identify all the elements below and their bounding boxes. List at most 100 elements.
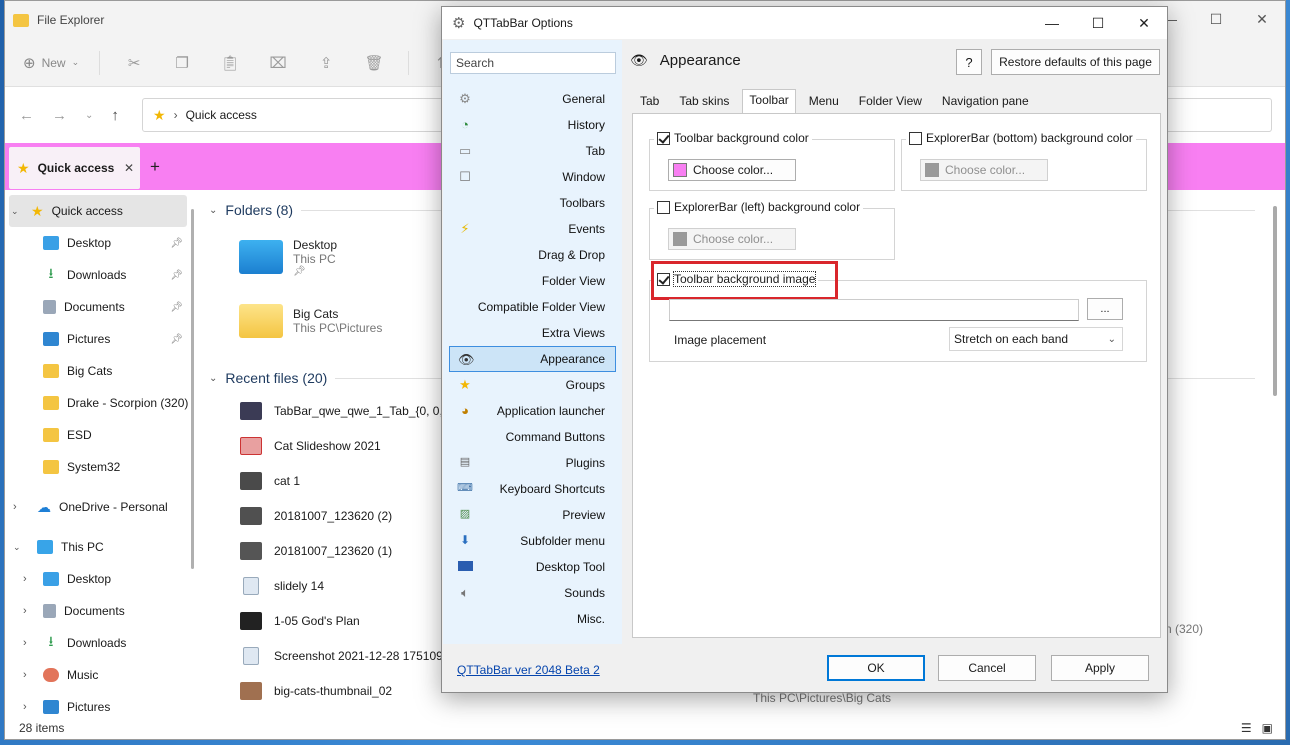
close-tab-icon[interactable]: ✕ [124,161,134,175]
tab-tab-skins[interactable]: Tab skins [672,90,736,113]
category-application-launcher[interactable]: ◕ Application launcher [443,398,622,424]
tab-tab[interactable]: Tab [633,90,666,113]
category-plugins[interactable]: ▤ Plugins [443,450,622,476]
history-icon: ◔ [461,117,469,132]
album-art-icon [240,611,262,630]
explorerbar-left-checkbox[interactable]: ExplorerBar (left) background color [654,200,864,214]
nav-pc-pictures[interactable]: › Pictures [5,691,191,715]
nav-downloads[interactable]: ⭳ Downloads 📌︎ [5,259,191,291]
choose-color-button[interactable]: Choose color... [920,159,1048,181]
page-header: 👁︎ Appearance [630,52,741,69]
category-desktop-tool[interactable]: Desktop Tool [443,554,622,580]
cancel-button[interactable]: Cancel [938,655,1036,681]
tab-quick-access[interactable]: ★ Quick access ✕ [9,147,140,189]
nav-onedrive[interactable]: › ☁ OneDrive - Personal [5,491,191,523]
pictures-icon [43,332,59,346]
tab-label: Quick access [37,161,115,175]
explorerbar-bottom-checkbox[interactable]: ExplorerBar (bottom) background color [906,131,1136,145]
tab-navigation-pane[interactable]: Navigation pane [935,90,1036,113]
nav-quick-access[interactable]: ⌄ ★ Quick access [9,195,187,227]
chevron-right-icon: › [23,701,27,713]
category-folder-view[interactable]: Folder View [443,268,622,294]
category-appearance[interactable]: 👁︎ Appearance [449,346,616,372]
nav-folder[interactable]: Drake - Scorpion (320) [5,387,191,419]
nav-folder[interactable]: ESD [5,419,191,451]
nav-folder[interactable]: System32 [5,451,191,483]
search-input[interactable]: Search [450,52,616,74]
details-view-icon[interactable]: ☰ [1241,721,1252,735]
desktop-folder-icon [239,240,283,274]
qttabbar-options-dialog: ⚙ QTTabBar Options — ☐ ✕ Search ⚙ General… [441,6,1168,693]
new-tab-plus-icon[interactable]: + [150,157,160,177]
back-arrow-icon[interactable]: ← [19,107,34,124]
category-groups[interactable]: ★ Groups [443,372,622,398]
choose-color-button[interactable]: Choose color... [668,228,796,250]
category-events[interactable]: ⚡ Events [443,216,622,242]
obscured-text: This PC\Pictures\Big Cats [753,691,892,705]
pin-icon: 📌︎ [170,301,183,313]
close-icon[interactable]: ✕ [1121,7,1167,39]
recent-locations-icon[interactable]: ⌄ [85,110,93,121]
nav-pc-documents[interactable]: › Documents [5,595,191,627]
tab-menu[interactable]: Menu [802,90,846,113]
up-arrow-icon[interactable]: ↑ [111,107,119,124]
nav-scrollbar[interactable] [191,209,194,569]
ok-button[interactable]: OK [827,655,925,681]
tab-toolbar[interactable]: Toolbar [742,89,796,113]
category-command-buttons[interactable]: Command Buttons [443,424,622,450]
choose-color-button[interactable]: Choose color... [668,159,796,181]
delete-icon[interactable]: 🗑︎ [360,54,388,72]
category-tab[interactable]: ▭ Tab [443,138,622,164]
nav-this-pc[interactable]: ⌄ This PC [5,531,191,563]
image-placement-select[interactable]: Stretch on each band ⌄ [949,327,1123,351]
rename-icon[interactable]: ⌧ [264,54,292,72]
nav-folder[interactable]: Big Cats [5,355,191,387]
color-swatch [673,163,687,177]
category-keyboard-shortcuts[interactable]: ⌨ Keyboard Shortcuts [443,476,622,502]
apply-button[interactable]: Apply [1051,655,1149,681]
category-drag-drop[interactable]: Drag & Drop [443,242,622,268]
keyboard-icon: ⌨ [457,482,473,494]
version-link[interactable]: QTTabBar ver 2048 Beta 2 [457,663,600,677]
new-button[interactable]: ⊕ New ⌄ [23,54,79,72]
drag-drop-icon [457,247,473,262]
copy-icon[interactable]: ❐ [168,54,196,72]
category-list: ⚙ General ◔ History ▭ Tab ☐ Window Toolbars … [443,86,622,632]
maximize-icon[interactable]: ☐ [1075,7,1121,39]
help-button[interactable]: ? [956,49,982,75]
nav-pc-downloads[interactable]: › ⭳ Downloads [5,627,191,659]
category-extra-views[interactable]: Extra Views [443,320,622,346]
category-subfolder-menu[interactable]: ⬇ Subfolder menu [443,528,622,554]
nav-pc-music[interactable]: › Music [5,659,191,691]
nav-pictures[interactable]: Pictures 📌︎ [5,323,191,355]
category-general[interactable]: ⚙ General [443,86,622,112]
content-scrollbar[interactable] [1273,206,1277,396]
minimize-icon[interactable]: — [1029,7,1075,39]
folder-icon [43,396,59,410]
chevron-down-icon: ⌄ [209,372,218,384]
category-compatible-folder-view[interactable]: Compatible Folder View [443,294,622,320]
cut-icon[interactable]: ✂ [120,54,148,72]
restore-defaults-button[interactable]: Restore defaults of this page [991,49,1160,75]
nav-pc-desktop[interactable]: › Desktop [5,563,191,595]
forward-arrow-icon[interactable]: → [52,107,67,124]
browse-button[interactable]: ... [1087,298,1123,320]
toolbar-bg-color-checkbox[interactable]: Toolbar background color [654,131,812,145]
category-toolbars[interactable]: Toolbars [443,190,622,216]
category-history[interactable]: ◔ History [443,112,622,138]
image-path-input[interactable] [669,299,1079,321]
tiles-view-icon[interactable]: ▣ [1262,721,1273,735]
nav-desktop[interactable]: Desktop 📌︎ [5,227,191,259]
category-sounds[interactable]: 🔈︎ Sounds [443,580,622,606]
desktop-tool-icon [457,559,473,574]
nav-documents[interactable]: Documents 📌︎ [5,291,191,323]
category-preview[interactable]: ▨ Preview [443,502,622,528]
paste-icon[interactable]: 📋︎ [216,54,244,72]
window-icon: ☐ [459,169,471,184]
tab-folder-view[interactable]: Folder View [852,90,929,113]
category-window[interactable]: ☐ Window [443,164,622,190]
close-icon[interactable]: ✕ [1239,1,1285,37]
category-misc[interactable]: Misc. [443,606,622,632]
maximize-icon[interactable]: ☐ [1193,1,1239,37]
share-icon[interactable]: ⇪ [312,54,340,72]
